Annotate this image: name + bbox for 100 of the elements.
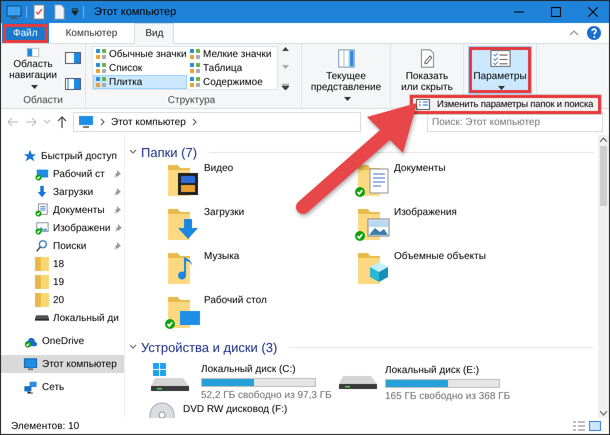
navigation-item[interactable]: Документы bbox=[1, 201, 124, 219]
options-button[interactable]: Параметры bbox=[468, 46, 532, 94]
caret-icon bbox=[30, 85, 38, 89]
chevron-right-icon bbox=[100, 118, 105, 126]
chevron-right-icon bbox=[192, 118, 197, 126]
layout-option[interactable]: Содержимое bbox=[187, 75, 277, 89]
expand-gallery-icon[interactable] bbox=[282, 84, 289, 90]
layout-icon bbox=[190, 77, 200, 87]
minimize-icon bbox=[514, 11, 524, 13]
group-label: Области bbox=[22, 95, 64, 108]
layout-option[interactable]: Мелкие значки bbox=[187, 47, 277, 61]
layout-option[interactable]: Плитка bbox=[93, 75, 187, 89]
tiles-icon bbox=[589, 421, 601, 431]
layout-icon bbox=[96, 63, 106, 73]
folder-name: Рабочий стол bbox=[204, 295, 267, 306]
network-icon bbox=[23, 380, 38, 394]
caret-icon bbox=[344, 97, 350, 101]
current-view-button[interactable]: Текущее представление bbox=[306, 46, 386, 94]
computer-icon bbox=[78, 115, 94, 129]
chevron-down-icon[interactable] bbox=[129, 344, 137, 350]
item-count: Элементов: 10 bbox=[11, 420, 80, 432]
layout-icon bbox=[190, 49, 200, 59]
navigation-pane-button[interactable]: Область навигации bbox=[5, 46, 61, 94]
drive-name: Локальный диск (E:) bbox=[385, 364, 480, 376]
drive-name: DVD RW дисковод (F:) bbox=[183, 404, 288, 415]
close-icon bbox=[588, 7, 598, 17]
navigation-item[interactable]: Локальный ди bbox=[1, 309, 124, 327]
desktop-icon bbox=[35, 167, 49, 181]
navigation-item[interactable]: Загрузки bbox=[1, 183, 124, 201]
drive-icon bbox=[35, 315, 49, 321]
folder-name: Загрузки bbox=[204, 207, 244, 218]
layout-icon bbox=[96, 49, 106, 59]
navigation-item[interactable]: Этот компьютер bbox=[1, 355, 124, 373]
layout-icon bbox=[96, 77, 106, 87]
chevron-down-icon bbox=[43, 119, 51, 125]
preview-pane-button[interactable] bbox=[65, 52, 81, 64]
caret-icon[interactable] bbox=[71, 8, 79, 16]
scroll-up-icon bbox=[600, 137, 607, 142]
group-header: Устройства и диски (3) bbox=[141, 340, 278, 354]
details-pane-button[interactable] bbox=[65, 78, 81, 90]
window-title: Этот компьютер bbox=[94, 6, 178, 18]
navigation-item[interactable]: Рабочий ст bbox=[1, 165, 124, 183]
address-bar[interactable]: Этот компьютер bbox=[73, 112, 361, 132]
navigation-item[interactable]: Сеть bbox=[1, 378, 124, 396]
chevron-down-icon[interactable] bbox=[129, 149, 137, 155]
folder-name: Музыка bbox=[204, 251, 240, 262]
download-icon bbox=[35, 185, 49, 199]
properties-icon[interactable] bbox=[31, 4, 47, 20]
computer-icon bbox=[6, 4, 22, 20]
navigation-item[interactable]: Изображени bbox=[1, 219, 124, 237]
menu-item[interactable]: Изменить параметры папок и поиска bbox=[410, 95, 601, 114]
scroll-up-icon[interactable] bbox=[282, 46, 289, 51]
navigation-item[interactable]: 19 bbox=[1, 273, 124, 291]
navigation-item[interactable]: OneDrive bbox=[1, 332, 124, 350]
ribbon-tab[interactable]: Вид bbox=[134, 23, 174, 44]
scrollbar[interactable] bbox=[598, 135, 609, 418]
drive-name: Локальный диск (C:) bbox=[201, 364, 297, 375]
group-header: Папки (7) bbox=[141, 144, 198, 160]
details-view-button[interactable] bbox=[573, 421, 585, 431]
caret-icon bbox=[498, 86, 504, 90]
folder-name: Объемные объекты bbox=[394, 251, 486, 262]
search-icon bbox=[35, 239, 49, 253]
free-space-text: 52,2 ГБ свободно из 97,3 ГБ bbox=[201, 390, 332, 401]
scroll-down-icon bbox=[600, 411, 607, 416]
scroll-thumb[interactable] bbox=[600, 146, 607, 206]
folder-icon bbox=[35, 257, 49, 271]
collapse-ribbon-icon[interactable] bbox=[569, 30, 579, 36]
folder-icon bbox=[35, 293, 49, 307]
back-arrow-icon bbox=[7, 117, 19, 127]
layout-option[interactable]: Обычные значки bbox=[93, 47, 187, 61]
navigation-item[interactable]: 18 bbox=[1, 255, 124, 273]
navigation-item[interactable]: Поиски bbox=[1, 237, 124, 255]
up-arrow-icon bbox=[57, 116, 67, 128]
layout-option[interactable]: Список bbox=[93, 61, 187, 75]
drive-icon bbox=[339, 376, 377, 388]
free-space-text: 165 ГБ свободно из 368 ГБ bbox=[385, 390, 510, 402]
folder-name: Видео bbox=[204, 163, 234, 174]
forward-arrow-icon bbox=[25, 117, 37, 127]
star-icon bbox=[23, 149, 37, 163]
checklist-icon bbox=[416, 99, 430, 110]
checklist-icon bbox=[488, 48, 512, 69]
list-icon bbox=[573, 421, 585, 431]
navigation-item[interactable]: Быстрый доступ bbox=[1, 147, 124, 165]
tiles-view-button[interactable] bbox=[589, 421, 601, 431]
computer-icon bbox=[23, 357, 38, 371]
folder-name: Изображения bbox=[394, 207, 457, 218]
document-icon bbox=[35, 203, 49, 217]
preview-pane-icon bbox=[65, 52, 81, 64]
navigation-item[interactable]: 20 bbox=[1, 291, 124, 309]
folder-name: Документы bbox=[394, 163, 446, 174]
scroll-down-icon[interactable] bbox=[282, 65, 289, 70]
file-menu-tab[interactable]: Файл bbox=[2, 23, 49, 43]
up-button[interactable] bbox=[57, 116, 67, 128]
columns-icon bbox=[336, 48, 356, 69]
details-pane-icon bbox=[65, 78, 81, 90]
help-icon[interactable] bbox=[587, 26, 601, 40]
picture-icon bbox=[35, 221, 49, 235]
group-label: Структура bbox=[166, 95, 216, 108]
layout-option[interactable]: Таблица bbox=[187, 61, 277, 75]
folder-icon bbox=[35, 275, 49, 289]
